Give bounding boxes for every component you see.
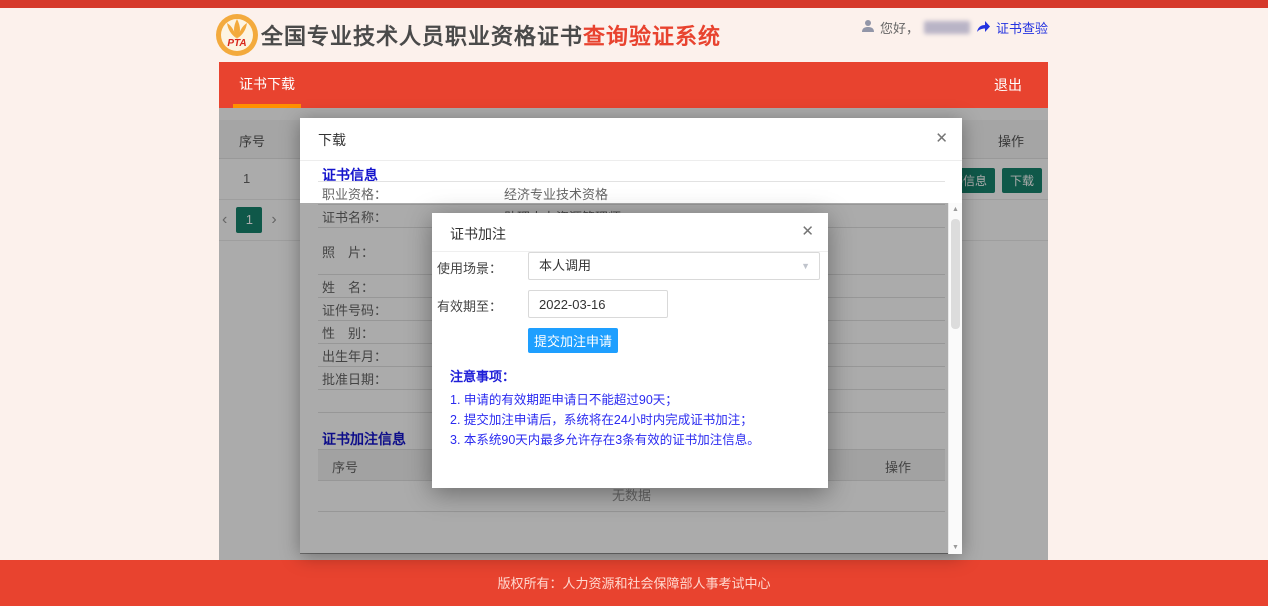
valid-until-input[interactable]: [528, 290, 668, 318]
greeting-text: 您好，: [880, 18, 919, 37]
pta-logo-icon: PTA: [215, 13, 259, 57]
cert-label: 职业资格：: [318, 184, 504, 203]
logout-button[interactable]: 退出: [994, 62, 1022, 108]
modal-scrollbar[interactable]: ▲ ▼: [948, 203, 962, 554]
main-nav: 证书下载 退出: [219, 62, 1048, 108]
valid-until-label: 有效期至：: [432, 296, 502, 315]
scrollbar-down-icon[interactable]: ▼: [949, 544, 962, 551]
download-modal-header: 下载 ✕: [300, 118, 962, 161]
note-line-1: 1. 申请的有效期距申请日不能超过90天；: [450, 389, 678, 408]
annotation-modal-close-icon[interactable]: ✕: [801, 222, 814, 240]
download-modal-title: 下载: [318, 130, 346, 150]
scene-label: 使用场景：: [432, 258, 502, 277]
share-arrow-icon: [975, 20, 991, 36]
note-line-2: 2. 提交加注申请后，系统将在24小时内完成证书加注；: [450, 409, 753, 428]
notes-title: 注意事项：: [450, 366, 515, 385]
cert-value: 经济专业技术资格: [504, 184, 945, 203]
scrollbar-thumb[interactable]: [951, 219, 960, 329]
download-modal-close-icon[interactable]: ✕: [935, 129, 948, 147]
svg-text:PTA: PTA: [227, 38, 246, 49]
copyright-text: 版权所有：人力资源和社会保障部人事考试中心: [0, 560, 1268, 592]
top-red-strip: [0, 0, 1268, 8]
header: PTA 全国专业技术人员职业资格证书查询验证系统 您好， 证书查验: [219, 8, 1048, 62]
chevron-down-icon: ▼: [801, 253, 810, 279]
page-title: 全国专业技术人员职业资格证书查询验证系统: [261, 19, 721, 51]
annotation-modal-header: 证书加注 ✕: [432, 213, 828, 252]
user-info: 您好， 证书查验: [861, 18, 1048, 37]
title-accent: 查询验证系统: [583, 24, 721, 49]
footer: 版权所有：人力资源和社会保障部人事考试中心: [0, 560, 1268, 606]
user-name-redacted: [924, 21, 970, 34]
scene-select-value: 本人调用: [539, 258, 591, 273]
scrollbar-up-icon[interactable]: ▲: [949, 206, 962, 213]
tab-cert-download[interactable]: 证书下载: [233, 62, 301, 108]
note-line-3: 3. 本系统90天内最多允许存在3条有效的证书加注信息。: [450, 429, 760, 448]
title-main: 全国专业技术人员职业资格证书: [261, 24, 583, 49]
scene-select[interactable]: 本人调用 ▼: [528, 252, 820, 280]
submit-annotation-button[interactable]: 提交加注申请: [528, 328, 618, 353]
app-window: PTA 全国专业技术人员职业资格证书查询验证系统 您好， 证书查验 证书下载 退…: [0, 0, 1268, 606]
annotation-modal-title: 证书加注: [450, 224, 506, 244]
annotation-modal: 证书加注 ✕ 使用场景： 本人调用 ▼ 有效期至： 提交加注申请 注意事项： 1…: [432, 213, 828, 488]
user-icon: [861, 19, 875, 36]
cert-row-qualification: 职业资格： 经济专业技术资格: [318, 182, 945, 205]
cert-verify-link[interactable]: 证书查验: [996, 18, 1048, 37]
